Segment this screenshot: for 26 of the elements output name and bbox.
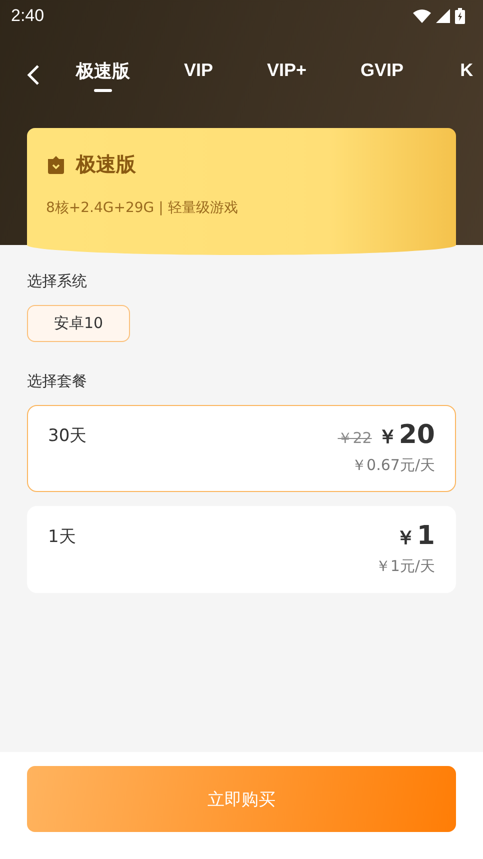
original-price: ￥22 [338,429,372,448]
per-day-price: ￥1元/天 [375,557,435,576]
tier-title: 极速版 [76,151,136,178]
tab[interactable]: VIP [184,60,214,90]
wifi-icon [413,9,431,23]
tab[interactable]: GVIP [360,60,404,90]
plan-price: 20 [398,420,435,450]
tab[interactable]: K [458,60,476,90]
currency-sign: ￥ [378,425,397,450]
section-title: 选择套餐 [27,372,88,391]
currency-sign: ￥ [396,526,415,551]
per-day-price: ￥0.67元/天 [352,456,435,475]
tab[interactable]: VIP+ [267,60,307,90]
tab[interactable]: 极速版 [76,58,130,92]
status-time: 2:40 [11,6,44,26]
tier-spec: 8核+2.4G+29G | 轻量级游戏 [46,199,239,217]
system-option[interactable]: 安卓10 [27,305,130,342]
battery-icon [455,8,465,24]
plan-price: 1 [416,521,435,551]
section-title: 选择系统 [27,272,88,291]
plan-duration: 30天 [48,425,87,448]
plan-duration: 1天 [48,526,76,549]
shield-icon [46,154,66,174]
plan-card[interactable]: 1天 ￥1 ￥1元/天 [27,506,456,593]
plan-card[interactable]: 30天 ￥22 ￥20 ￥0.67元/天 [27,405,456,492]
signal-icon [436,9,450,23]
